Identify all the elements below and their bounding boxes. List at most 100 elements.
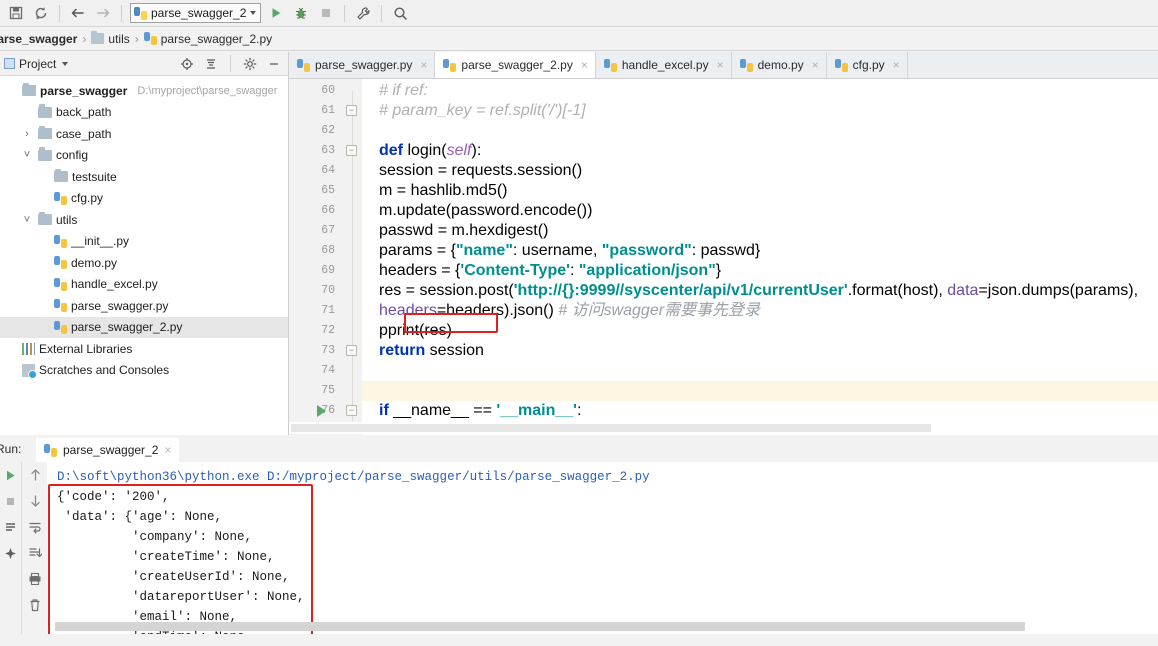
project-tree[interactable]: parse_swagger D:\myproject\parse_swagger b… bbox=[0, 76, 288, 435]
editor-tab-label: parse_swagger_2.py bbox=[461, 58, 573, 72]
stop-button[interactable] bbox=[314, 2, 338, 24]
settings-wrench-icon[interactable] bbox=[351, 2, 375, 24]
tree-item--init-py[interactable]: __init__.py bbox=[0, 231, 288, 253]
breadcrumb-folder-label: utils bbox=[108, 31, 130, 46]
run-tab-label: parse_swagger_2 bbox=[63, 443, 159, 457]
save-all-icon[interactable] bbox=[4, 2, 28, 24]
python-file-icon bbox=[297, 58, 310, 72]
code-editor[interactable]: 60 # if ref: 61− # param_key = ref.split('/… bbox=[289, 79, 1158, 435]
run-button[interactable] bbox=[264, 2, 288, 24]
tree-item-handle-excel-py[interactable]: handle_excel.py bbox=[0, 274, 288, 296]
search-icon[interactable] bbox=[388, 2, 412, 24]
python-file-icon bbox=[54, 277, 67, 291]
editor-horizontal-scrollbar[interactable] bbox=[289, 422, 1158, 434]
close-icon[interactable]: × bbox=[581, 58, 588, 72]
tree-item-utils[interactable]: ˅ utils bbox=[0, 209, 288, 231]
close-icon[interactable]: × bbox=[717, 58, 724, 72]
tree-item-parse-swagger[interactable]: parse_swagger D:\myproject\parse_swagger bbox=[0, 80, 288, 102]
code-line-text: passwd = m.hexdigest() bbox=[379, 222, 549, 239]
debug-button[interactable] bbox=[289, 2, 313, 24]
tree-expand-arrow-icon[interactable]: ˅ bbox=[20, 149, 34, 161]
tree-item-demo-py[interactable]: demo.py bbox=[0, 252, 288, 274]
run-gutter-icon[interactable] bbox=[317, 405, 326, 417]
tree-expand-arrow-icon[interactable]: ˅ bbox=[20, 214, 34, 226]
editor-tab-handle-excel-py[interactable]: handle_excel.py × bbox=[595, 52, 732, 78]
clear-all-icon[interactable] bbox=[22, 592, 48, 618]
console-output-line: 'data': {'age': None, bbox=[57, 510, 223, 524]
tree-item-parse-swagger-2-py[interactable]: parse_swagger_2.py bbox=[0, 316, 288, 338]
tree-item-case-path[interactable]: › case_path bbox=[0, 123, 288, 145]
editor-tab-parse-swagger-py[interactable]: parse_swagger.py × bbox=[289, 52, 436, 78]
tree-item-testsuite[interactable]: testsuite bbox=[0, 166, 288, 188]
code-line-text: params = {"name": username, "password": … bbox=[379, 242, 761, 259]
scroll-to-end-icon[interactable] bbox=[22, 540, 48, 566]
collapse-all-icon[interactable] bbox=[201, 54, 221, 74]
tree-item-back-path[interactable]: back_path bbox=[0, 102, 288, 124]
tree-item-parse-swagger-py[interactable]: parse_swagger.py bbox=[0, 295, 288, 317]
project-panel-header: Project bbox=[0, 52, 288, 76]
breadcrumb-file[interactable]: parse_swagger_2.py bbox=[143, 31, 273, 46]
tree-item-scratches-and-consoles[interactable]: Scratches and Consoles bbox=[0, 360, 288, 382]
close-icon[interactable]: × bbox=[420, 58, 427, 72]
sync-icon[interactable] bbox=[29, 2, 53, 24]
tree-expand-arrow-icon[interactable]: › bbox=[20, 128, 34, 140]
tree-item-config[interactable]: ˅ config bbox=[0, 145, 288, 167]
console-horizontal-scrollbar[interactable] bbox=[47, 622, 1158, 632]
editor-tab-cfg-py[interactable]: cfg.py × bbox=[826, 52, 908, 78]
scroll-up-icon[interactable] bbox=[22, 462, 48, 488]
print-icon[interactable] bbox=[22, 566, 48, 592]
editor-tab-demo-py[interactable]: demo.py × bbox=[731, 52, 827, 78]
breadcrumb-project[interactable]: parse_swagger bbox=[0, 32, 77, 46]
line-number: 69 bbox=[321, 264, 335, 277]
code-line-text: pprint(res) bbox=[379, 322, 452, 339]
project-view-icon bbox=[4, 58, 15, 69]
pin-icon[interactable] bbox=[0, 540, 20, 566]
run-console-output[interactable]: D:\soft\python36\python.exe D:/myproject… bbox=[47, 462, 1158, 646]
scroll-down-icon[interactable] bbox=[22, 488, 48, 514]
scroll-thumb[interactable] bbox=[291, 424, 931, 432]
tree-item-external-libraries[interactable]: External Libraries bbox=[0, 338, 288, 360]
tree-item-label: cfg.py bbox=[71, 191, 104, 206]
python-file-icon bbox=[443, 58, 457, 72]
code-fold-toggle-icon[interactable]: − bbox=[346, 345, 357, 356]
stop-icon[interactable] bbox=[0, 488, 20, 514]
code-fold-toggle-icon[interactable]: − bbox=[346, 145, 357, 156]
toolbar-divider-2 bbox=[121, 4, 122, 22]
breadcrumb-file-label: parse_swagger_2.py bbox=[160, 31, 273, 46]
code-line-text: m = hashlib.md5() bbox=[379, 182, 508, 199]
code-fold-toggle-icon[interactable]: − bbox=[346, 105, 357, 116]
close-icon[interactable]: × bbox=[812, 58, 819, 72]
run-configuration-label: parse_swagger_2 bbox=[151, 6, 247, 20]
soft-wrap-icon[interactable] bbox=[22, 514, 48, 540]
rerun-icon[interactable] bbox=[0, 462, 20, 488]
tree-item-label: utils bbox=[56, 212, 78, 227]
console-output-line: 'createTime': None, bbox=[57, 550, 275, 564]
forward-icon[interactable] bbox=[91, 2, 115, 24]
line-number: 65 bbox=[321, 184, 335, 197]
tree-item-cfg-py[interactable]: cfg.py bbox=[0, 188, 288, 210]
console-command-line[interactable]: D:\soft\python36\python.exe D:/myproject… bbox=[47, 467, 1158, 487]
python-file-icon bbox=[54, 299, 67, 313]
editor-fold-column[interactable] bbox=[344, 79, 362, 435]
code-fold-toggle-icon[interactable]: − bbox=[346, 405, 357, 416]
python-file-icon bbox=[54, 320, 67, 334]
close-icon[interactable]: × bbox=[893, 58, 900, 72]
hide-panel-icon[interactable] bbox=[264, 54, 284, 74]
locate-file-icon[interactable] bbox=[177, 54, 197, 74]
editor-tab-parse-swagger-2-py[interactable]: parse_swagger_2.py × bbox=[435, 52, 596, 78]
run-console-toolbar bbox=[21, 462, 47, 646]
run-tab[interactable]: parse_swagger_2 × bbox=[36, 438, 180, 462]
back-icon[interactable] bbox=[66, 2, 90, 24]
run-side-toolbar bbox=[0, 462, 20, 646]
console-icon[interactable] bbox=[0, 514, 20, 540]
fold-guide-line bbox=[352, 91, 353, 421]
gear-icon[interactable] bbox=[240, 54, 260, 74]
chevron-down-icon[interactable] bbox=[250, 11, 257, 15]
run-configuration-selector[interactable]: parse_swagger_2 bbox=[130, 3, 262, 23]
breadcrumb-folder[interactable]: utils bbox=[91, 31, 130, 46]
console-scroll-thumb[interactable] bbox=[55, 622, 1025, 631]
line-number: 75 bbox=[321, 384, 335, 397]
chevron-down-icon[interactable] bbox=[62, 61, 69, 66]
panel-divider bbox=[230, 55, 231, 72]
close-icon[interactable]: × bbox=[164, 443, 171, 457]
